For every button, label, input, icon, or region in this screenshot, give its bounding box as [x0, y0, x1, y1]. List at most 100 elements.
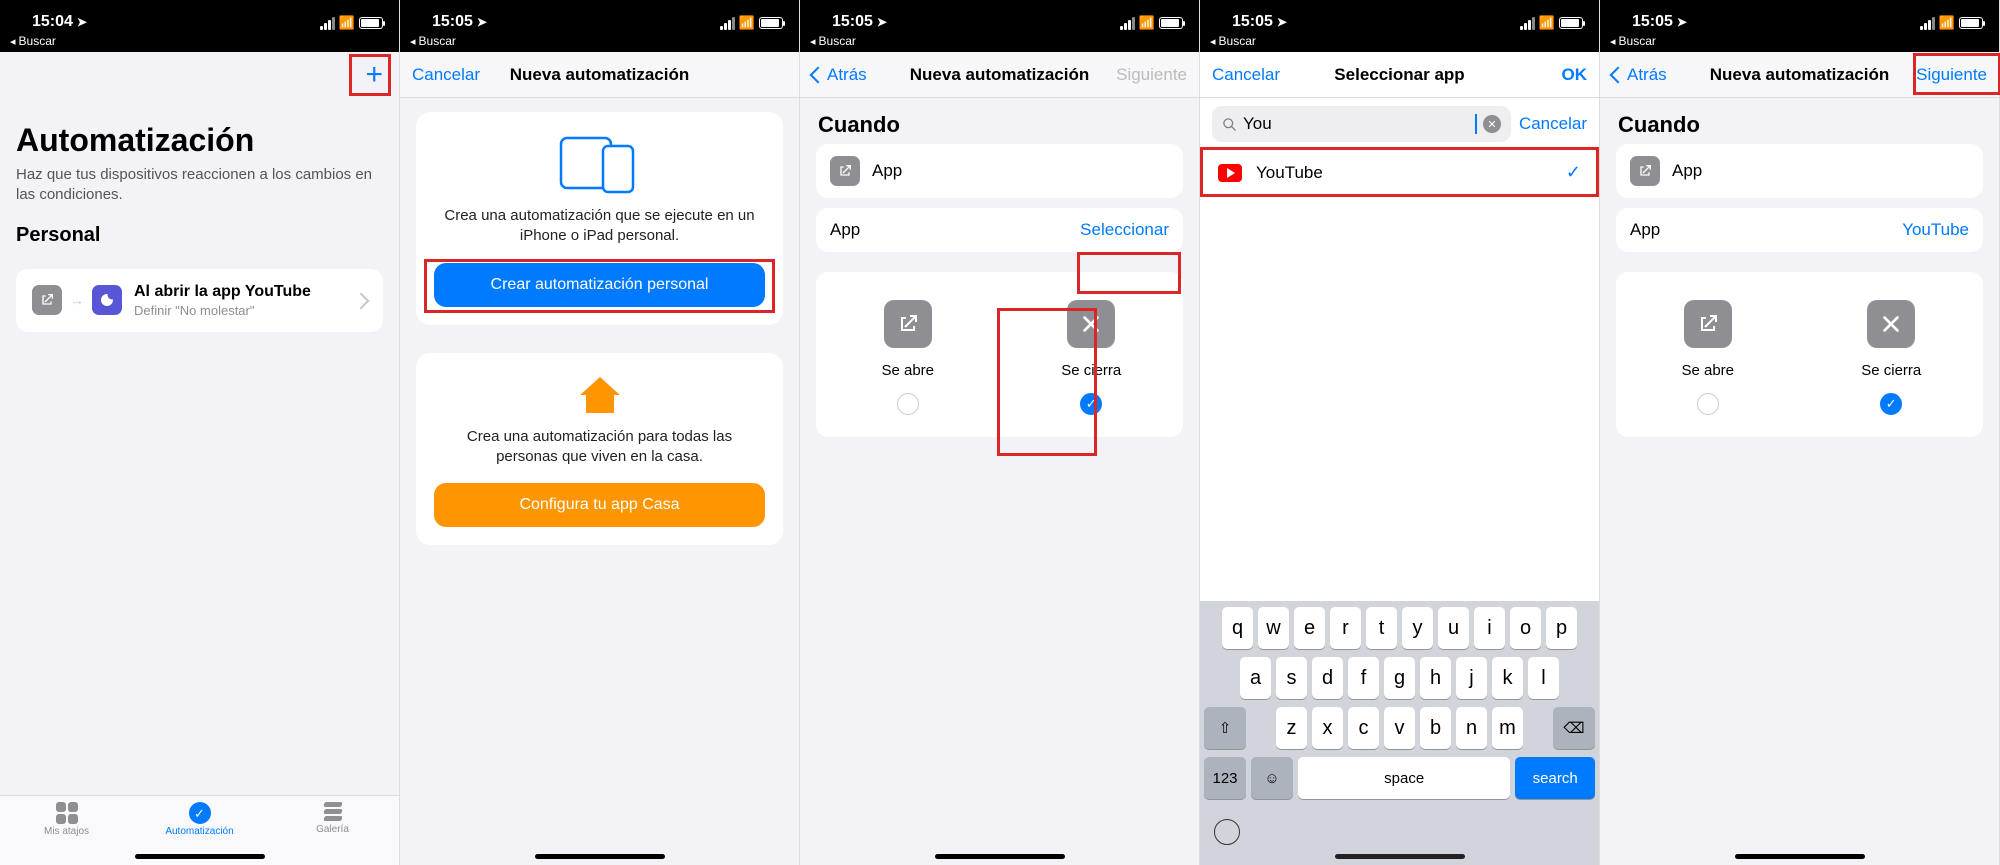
key-x[interactable]: x [1312, 707, 1343, 749]
text-cursor [1475, 114, 1477, 134]
key-y[interactable]: y [1402, 607, 1433, 649]
home-indicator [1735, 854, 1865, 859]
key-r[interactable]: r [1330, 607, 1361, 649]
arrow-icon: → [70, 292, 84, 308]
home-indicator [135, 854, 265, 859]
breadcrumb-back[interactable]: Buscar [0, 32, 399, 52]
house-icon [578, 375, 622, 415]
breadcrumb-back[interactable]: Buscar [1600, 32, 1999, 52]
key-a[interactable]: a [1240, 657, 1271, 699]
app-result-label: YouTube [1256, 163, 1323, 183]
battery-icon [359, 17, 383, 29]
option-closes[interactable]: Se cierra ✓ [1821, 300, 1961, 415]
key-q[interactable]: q [1222, 607, 1253, 649]
backspace-key[interactable]: ⌫ [1553, 707, 1595, 749]
personal-automation-card: Crea una automatización que se ejecute e… [416, 112, 783, 325]
key-g[interactable]: g [1384, 657, 1415, 699]
option-opens[interactable]: Se abre [1638, 300, 1778, 415]
configure-home-button[interactable]: Configura tu app Casa [434, 483, 765, 527]
status-time: 15:04 [32, 13, 73, 31]
app-result-youtube[interactable]: YouTube ✓ [1200, 150, 1599, 196]
key-s[interactable]: s [1276, 657, 1307, 699]
automation-item-title: Al abrir la app YouTube [134, 283, 311, 301]
key-k[interactable]: k [1492, 657, 1523, 699]
automation-item[interactable]: → Al abrir la app YouTube Definir "No mo… [16, 269, 383, 332]
clear-search-icon[interactable]: ✕ [1483, 115, 1501, 133]
key-d[interactable]: d [1312, 657, 1343, 699]
key-l[interactable]: l [1528, 657, 1559, 699]
space-key[interactable]: space [1298, 757, 1510, 799]
breadcrumb-back[interactable]: Buscar [400, 32, 799, 52]
create-personal-automation-button[interactable]: Crear automatización personal [434, 263, 765, 307]
trigger-app-label: App [872, 161, 902, 181]
page-title: Automatización [16, 122, 383, 159]
key-i[interactable]: i [1474, 607, 1505, 649]
back-button[interactable]: Atrás [1612, 65, 1667, 85]
radio-opens[interactable] [1697, 393, 1719, 415]
key-w[interactable]: w [1258, 607, 1289, 649]
key-t[interactable]: t [1366, 607, 1397, 649]
ok-button[interactable]: OK [1562, 65, 1588, 85]
key-p[interactable]: p [1546, 607, 1577, 649]
search-bar: ✕ Cancelar [1200, 98, 1599, 150]
radio-closes[interactable]: ✓ [1880, 393, 1902, 415]
add-automation-button[interactable]: + [365, 58, 383, 92]
status-bar: 15:05➤ 📶 [1200, 0, 1599, 32]
emoji-key[interactable]: ☺ [1251, 757, 1293, 799]
automation-item-subtitle: Definir "No molestar" [134, 303, 311, 318]
screen-3-when-trigger: 15:05➤ 📶 Buscar Atrás Nueva automatizaci… [800, 0, 1200, 865]
cancel-button[interactable]: Cancelar [412, 65, 480, 85]
select-app-link[interactable]: Seleccionar [1080, 220, 1169, 240]
tab-gallery[interactable]: Galería [266, 802, 399, 865]
key-o[interactable]: o [1510, 607, 1541, 649]
app-value: YouTube [1902, 220, 1969, 240]
key-m[interactable]: m [1492, 707, 1523, 749]
key-e[interactable]: e [1294, 607, 1325, 649]
key-b[interactable]: b [1420, 707, 1451, 749]
option-opens[interactable]: Se abre [838, 300, 978, 415]
key-h[interactable]: h [1420, 657, 1451, 699]
option-closes[interactable]: Se cierra ✓ [1021, 300, 1161, 415]
trigger-app-row: App [1616, 144, 1983, 198]
key-j[interactable]: j [1456, 657, 1487, 699]
back-button[interactable]: Atrás [812, 65, 867, 85]
key-n[interactable]: n [1456, 707, 1487, 749]
status-bar: 15:04➤ 📶 [0, 0, 399, 32]
numeric-key[interactable]: 123 [1204, 757, 1246, 799]
cancel-button[interactable]: Cancelar [1212, 65, 1280, 85]
key-u[interactable]: u [1438, 607, 1469, 649]
location-icon: ➤ [77, 15, 87, 29]
dnd-icon [92, 285, 122, 315]
search-key[interactable]: search [1515, 757, 1595, 799]
youtube-icon [1218, 164, 1242, 182]
trigger-app-label: App [1672, 161, 1702, 181]
shift-key[interactable]: ⇧ [1204, 707, 1246, 749]
radio-closes[interactable]: ✓ [1080, 393, 1102, 415]
key-c[interactable]: c [1348, 707, 1379, 749]
radio-opens[interactable] [897, 393, 919, 415]
screen-1-automation-list: 15:04➤ 📶 Buscar + Automatización Haz que… [0, 0, 400, 865]
breadcrumb-back[interactable]: Buscar [800, 32, 1199, 52]
personal-automation-text: Crea una automatización que se ejecute e… [434, 206, 765, 247]
check-icon: ✓ [1566, 162, 1581, 183]
nav-bar: Cancelar Nueva automatización [400, 52, 799, 98]
search-icon [1222, 117, 1237, 132]
breadcrumb-back[interactable]: Buscar [1200, 32, 1599, 52]
app-select-row[interactable]: App Seleccionar [816, 208, 1183, 252]
nav-bar: Cancelar Seleccionar app OK [1200, 52, 1599, 98]
search-cancel-button[interactable]: Cancelar [1519, 114, 1587, 134]
key-z[interactable]: z [1276, 707, 1307, 749]
section-header: Personal [16, 224, 383, 247]
key-f[interactable]: f [1348, 657, 1379, 699]
search-input-wrapper[interactable]: ✕ [1212, 106, 1511, 142]
keyboard: qwertyuiop asdfghjkl ⇧ zxcvbnm ⌫ 123 ☺ s… [1200, 601, 1599, 811]
closes-icon [1867, 300, 1915, 348]
nav-bar: Atrás Nueva automatización Siguiente [800, 52, 1199, 98]
app-selected-row[interactable]: App YouTube [1616, 208, 1983, 252]
tab-shortcuts[interactable]: Mis atajos [0, 802, 133, 865]
globe-icon[interactable] [1214, 819, 1240, 845]
key-v[interactable]: v [1384, 707, 1415, 749]
search-input[interactable] [1243, 114, 1469, 134]
screen-5-when-configured: 15:05➤ 📶 Buscar Atrás Nueva automatizaci… [1600, 0, 2000, 865]
next-button[interactable]: Siguiente [1916, 65, 1987, 85]
